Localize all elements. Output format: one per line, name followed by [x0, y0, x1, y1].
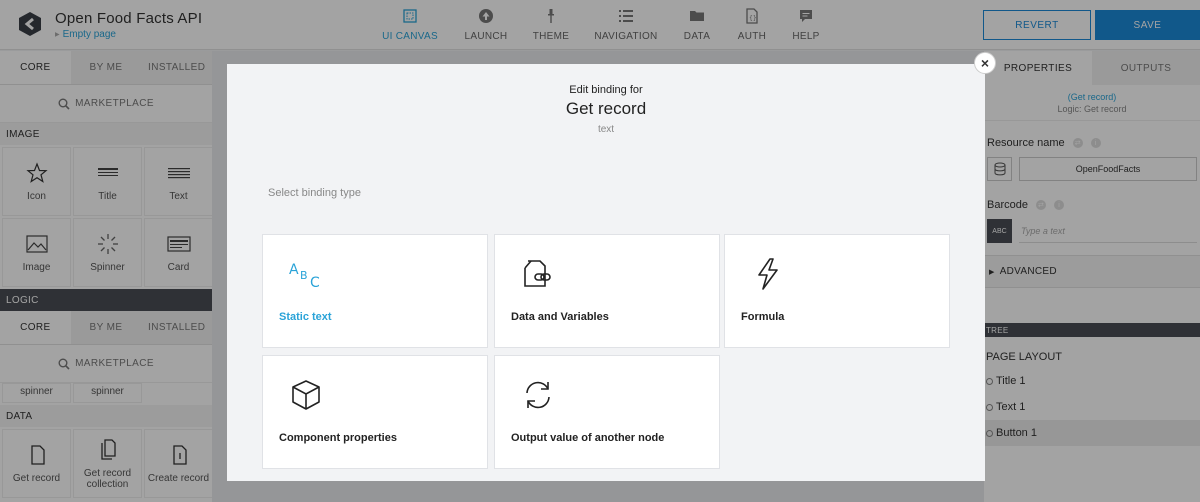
- svg-text:B: B: [300, 269, 308, 282]
- binding-type-prompt: Select binding type: [268, 187, 361, 199]
- modal-subtitle: text: [597, 124, 615, 135]
- binding-formula[interactable]: Formula: [724, 234, 950, 348]
- close-modal-button[interactable]: ×: [974, 52, 996, 74]
- lightning-icon: [758, 258, 778, 290]
- card-label: Formula: [741, 311, 785, 323]
- modal-pre-title: Edit binding for: [569, 84, 643, 96]
- binding-component-properties[interactable]: Component properties: [262, 355, 488, 469]
- card-label: Output value of another node: [511, 432, 665, 444]
- card-label: Static text: [279, 311, 332, 323]
- svg-text:A: A: [289, 262, 299, 278]
- binding-output-another-node[interactable]: Output value of another node: [494, 355, 720, 469]
- card-label: Data and Variables: [511, 311, 609, 323]
- modal-title: Get record: [565, 99, 647, 118]
- card-label: Component properties: [279, 432, 397, 444]
- abc-icon: A B C: [289, 262, 320, 291]
- data-variables-icon: [524, 260, 551, 287]
- cube-icon: [292, 380, 320, 410]
- binding-data-variables[interactable]: Data and Variables: [494, 234, 720, 348]
- svg-text:C: C: [310, 275, 320, 291]
- refresh-cycle-icon: [526, 381, 550, 409]
- binding-static-text[interactable]: A B C Static text: [262, 234, 488, 348]
- edit-binding-modal: Edit binding for Get record text Select …: [227, 64, 985, 481]
